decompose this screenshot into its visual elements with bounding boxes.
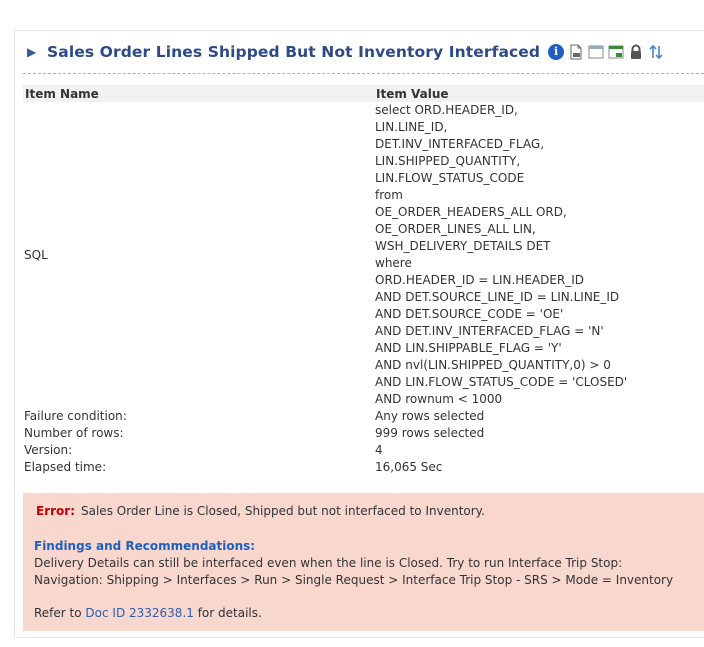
error-message: Sales Order Line is Closed, Shipped but … [81, 504, 485, 518]
sql-line: AND DET.SOURCE_LINE_ID = LIN.LINE_ID [375, 290, 620, 304]
refer-prefix: Refer to [34, 606, 86, 620]
table-row: Elapsed time: 16,065 Sec [23, 459, 704, 476]
table-header-row: Item Name Item Value [23, 85, 704, 102]
findings-text-1: Delivery Details can still be interfaced… [34, 556, 623, 570]
sql-line: LIN.FLOW_STATUS_CODE [375, 171, 525, 185]
sql-line: AND LIN.SHIPPABLE_FLAG = 'Y' [375, 341, 562, 355]
sql-line: WSH_DELIVERY_DETAILS DET [375, 239, 551, 253]
sql-document-icon[interactable] [568, 44, 584, 60]
doc-id-link[interactable]: Doc ID 2332638.1 [85, 606, 193, 620]
item-value-sql: select ORD.HEADER_ID, LIN.LINE_ID, DET.I… [374, 102, 704, 408]
findings-text-2: Navigation: Shipping > Interfaces > Run … [34, 573, 674, 587]
item-name: Elapsed time: [24, 460, 107, 474]
table-row: Version: 4 [23, 442, 704, 459]
sql-line: AND DET.INV_INTERFACED_FLAG = 'N' [375, 324, 604, 338]
sql-line: DET.INV_INTERFACED_FLAG, [375, 137, 545, 151]
table-view-icon[interactable] [588, 44, 604, 60]
refer-suffix: for details. [193, 606, 262, 620]
item-value: 999 rows selected [375, 426, 485, 440]
item-value: Any rows selected [375, 409, 485, 423]
export-db-icon[interactable] [608, 44, 624, 60]
table-row: Failure condition: Any rows selected [23, 408, 704, 425]
refer-line: Refer to Doc ID 2332638.1 for details. [34, 606, 262, 620]
error-line: Error: Sales Order Line is Closed, Shippe… [36, 504, 485, 518]
sql-line: AND LIN.FLOW_STATUS_CODE = 'CLOSED' [375, 375, 628, 389]
item-name: Number of rows: [24, 426, 124, 440]
sql-line: OE_ORDER_HEADERS_ALL ORD, [375, 205, 567, 219]
check-panel: ▶ Sales Order Lines Shipped But Not Inve… [14, 30, 704, 638]
findings-title: Findings and Recommendations: [34, 539, 256, 553]
item-value: 4 [375, 443, 383, 457]
sort-icon[interactable] [648, 44, 664, 60]
sql-line: AND nvl(LIN.SHIPPED_QUANTITY,0) > 0 [375, 358, 611, 372]
expand-toggle-icon[interactable]: ▶ [27, 45, 47, 59]
sql-line: AND DET.SOURCE_CODE = 'OE' [375, 307, 564, 321]
sql-line: ORD.HEADER_ID = LIN.HEADER_ID [375, 273, 585, 287]
toolbar-icons: i [548, 44, 664, 60]
table-row: Number of rows: 999 rows selected [23, 425, 704, 442]
error-box: Error: Sales Order Line is Closed, Shippe… [23, 493, 704, 631]
section-header: ▶ Sales Order Lines Shipped But Not Inve… [25, 40, 664, 64]
sql-line: OE_ORDER_LINES_ALL LIN, [375, 222, 536, 236]
error-label: Error: [36, 504, 75, 518]
table-row-sql: SQL select ORD.HEADER_ID, LIN.LINE_ID, D… [23, 102, 704, 408]
item-name: Failure condition: [24, 409, 127, 423]
column-header-item-value: Item Value [374, 85, 704, 102]
item-value: 16,065 Sec [375, 460, 443, 474]
sql-line: LIN.LINE_ID, [375, 120, 448, 134]
section-title[interactable]: Sales Order Lines Shipped But Not Invent… [47, 43, 540, 61]
item-name: Version: [24, 443, 73, 457]
header-divider [23, 73, 704, 74]
info-icon[interactable]: i [548, 44, 565, 60]
sql-line: from [375, 188, 403, 202]
item-name-sql: SQL [24, 247, 48, 262]
sql-line: select ORD.HEADER_ID, [375, 103, 518, 117]
sql-line: LIN.SHIPPED_QUANTITY, [375, 154, 521, 168]
column-header-item-name: Item Name [23, 85, 374, 102]
items-table: Item Name Item Value SQL select ORD.HEAD… [23, 85, 704, 476]
lock-icon[interactable] [628, 44, 644, 60]
sql-line: AND rownum < 1000 [375, 392, 503, 406]
sql-line: where [375, 256, 412, 270]
